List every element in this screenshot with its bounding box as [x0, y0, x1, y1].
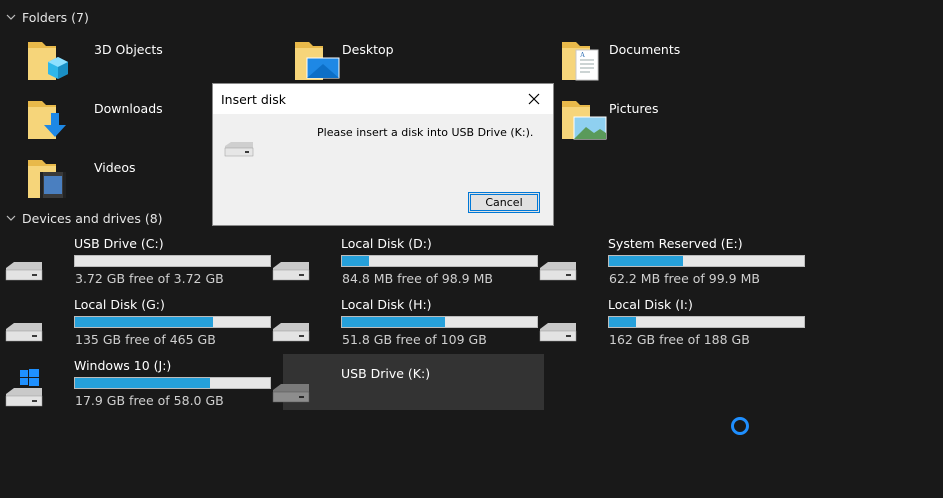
drives-section-label: Devices and drives (8) [22, 210, 163, 226]
hard-drive-icon [539, 262, 577, 281]
insert-disk-dialog: Insert disk Please insert a disk into US… [212, 83, 554, 226]
drive-free-space: 62.2 MB free of 99.9 MB [609, 271, 760, 286]
drive-name: Local Disk (G:) [74, 297, 165, 312]
chevron-down-icon [6, 14, 16, 20]
drive-name: Local Disk (H:) [341, 297, 432, 312]
drive-name: USB Drive (K:) [341, 366, 431, 381]
drive-free-space: 3.72 GB free of 3.72 GB [75, 271, 224, 286]
usb-drive-icon [224, 142, 254, 157]
dialog-title: Insert disk [221, 92, 286, 107]
capacity-bar [341, 255, 538, 267]
windows-drive-icon [5, 369, 43, 407]
drives-section-header[interactable]: Devices and drives (8) [6, 208, 163, 228]
folder-downloads-icon [28, 101, 66, 139]
capacity-bar-fill [342, 317, 446, 327]
folder-name: Desktop [342, 42, 394, 57]
folder-videos-icon [28, 160, 66, 198]
busy-cursor-icon [731, 417, 749, 435]
folder-name: Videos [94, 160, 136, 175]
folder-item-desktop[interactable]: Desktop [287, 38, 527, 86]
drive-name: USB Drive (C:) [74, 236, 164, 251]
capacity-bar-fill [609, 256, 684, 266]
capacity-bar [74, 316, 271, 328]
drive-item-h[interactable]: Local Disk (H:) 51.8 GB free of 109 GB [267, 297, 542, 353]
drive-item-e[interactable]: System Reserved (E:) 62.2 MB free of 99.… [534, 236, 809, 292]
hard-drive-icon [272, 323, 310, 342]
drive-item-i[interactable]: Local Disk (I:) 162 GB free of 188 GB [534, 297, 809, 353]
hard-drive-icon [5, 262, 43, 281]
dialog-close-button[interactable] [519, 86, 549, 112]
capacity-bar [608, 316, 805, 328]
folder-pictures-icon [562, 101, 607, 140]
capacity-bar [74, 255, 271, 267]
folder-documents-icon: A [562, 42, 599, 81]
folder-item-3d-objects[interactable]: 3D Objects [20, 38, 260, 86]
drive-free-space: 84.8 MB free of 98.9 MB [342, 271, 493, 286]
folder-3d-objects-icon [28, 42, 68, 80]
folder-name: 3D Objects [94, 42, 163, 57]
folder-item-pictures[interactable]: Pictures [554, 97, 794, 145]
folders-section-label: Folders (7) [22, 9, 89, 25]
hard-drive-icon [272, 262, 310, 281]
drive-free-space: 162 GB free of 188 GB [609, 332, 750, 347]
folders-section-header[interactable]: Folders (7) [6, 7, 89, 27]
folder-item-documents[interactable]: A Documents [554, 38, 794, 86]
drive-item-d[interactable]: Local Disk (D:) 84.8 MB free of 98.9 MB [267, 236, 542, 292]
capacity-bar [74, 377, 271, 389]
drive-free-space: 17.9 GB free of 58.0 GB [75, 393, 224, 408]
drive-item-j[interactable]: Windows 10 (J:) 17.9 GB free of 58.0 GB [0, 358, 275, 414]
capacity-bar-fill [342, 256, 370, 266]
folder-desktop-icon [295, 42, 340, 80]
drive-item-k[interactable]: USB Drive (K:) [267, 358, 542, 414]
folder-name: Pictures [609, 101, 659, 116]
folder-name: Documents [609, 42, 681, 57]
drive-item-g[interactable]: Local Disk (G:) 135 GB free of 465 GB [0, 297, 275, 353]
capacity-bar-fill [75, 317, 214, 327]
usb-drive-icon [272, 384, 310, 403]
capacity-bar-fill [609, 317, 637, 327]
capacity-bar-fill [75, 378, 210, 388]
capacity-bar [608, 255, 805, 267]
dialog-titlebar[interactable]: Insert disk [213, 84, 553, 114]
close-icon [528, 93, 540, 105]
dialog-message: Please insert a disk into USB Drive (K:)… [317, 126, 534, 139]
chevron-down-icon [6, 215, 16, 221]
cancel-button[interactable]: Cancel [468, 192, 540, 213]
drive-name: System Reserved (E:) [608, 236, 743, 251]
drive-item-c[interactable]: USB Drive (C:) 3.72 GB free of 3.72 GB [0, 236, 275, 292]
drive-name: Local Disk (D:) [341, 236, 432, 251]
drive-name: Windows 10 (J:) [74, 358, 172, 373]
drive-name: Local Disk (I:) [608, 297, 693, 312]
hard-drive-icon [5, 323, 43, 342]
svg-text:A: A [580, 51, 585, 59]
drive-free-space: 51.8 GB free of 109 GB [342, 332, 487, 347]
capacity-bar [341, 316, 538, 328]
drive-free-space: 135 GB free of 465 GB [75, 332, 216, 347]
folder-name: Downloads [94, 101, 163, 116]
hard-drive-icon [539, 323, 577, 342]
